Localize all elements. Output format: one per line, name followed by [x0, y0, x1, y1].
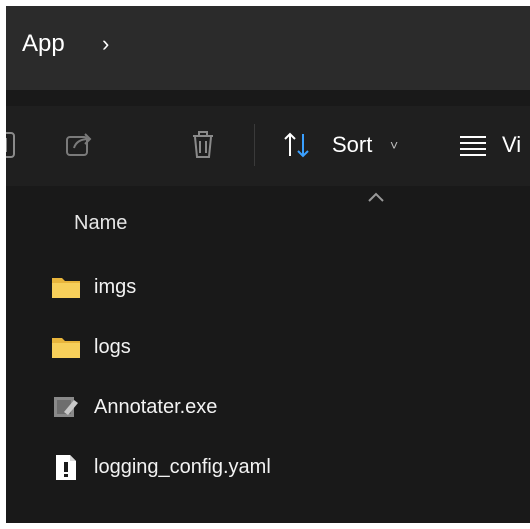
view-list-icon[interactable] — [458, 134, 488, 156]
column-header-row: Name — [6, 186, 530, 254]
folder-icon — [52, 338, 80, 358]
breadcrumb-app[interactable]: App — [22, 26, 65, 62]
sort-chevron-down-icon[interactable]: ˅ — [390, 130, 398, 160]
share-icon[interactable] — [62, 128, 96, 162]
list-item[interactable]: Annotater.exe — [6, 382, 530, 434]
file-explorer-window: App › Sort ˅ Vi Name imgs logs Annotater… — [6, 6, 530, 523]
folder-icon — [52, 278, 80, 298]
list-item[interactable]: imgs — [6, 262, 530, 314]
sort-icon[interactable] — [282, 130, 312, 160]
command-bar: Sort ˅ Vi — [6, 106, 530, 186]
list-item[interactable]: logging_config.yaml — [6, 442, 530, 494]
rename-icon[interactable] — [6, 128, 24, 162]
file-name: logging_config.yaml — [94, 456, 271, 478]
sort-ascending-caret-icon — [368, 192, 384, 202]
file-name: Annotater.exe — [94, 396, 218, 418]
view-button[interactable]: Vi — [502, 130, 521, 160]
file-name: imgs — [94, 276, 137, 298]
address-bar[interactable]: App › — [6, 6, 530, 90]
sort-button[interactable]: Sort — [332, 130, 372, 160]
toolbar-divider — [254, 124, 255, 166]
delete-icon[interactable] — [186, 128, 220, 162]
exe-icon — [54, 397, 78, 417]
column-header-name[interactable]: Name — [74, 212, 127, 235]
breadcrumb-separator[interactable]: › — [102, 26, 109, 62]
file-name: logs — [94, 336, 131, 358]
yaml-file-icon — [56, 455, 76, 480]
list-item[interactable]: logs — [6, 322, 530, 374]
